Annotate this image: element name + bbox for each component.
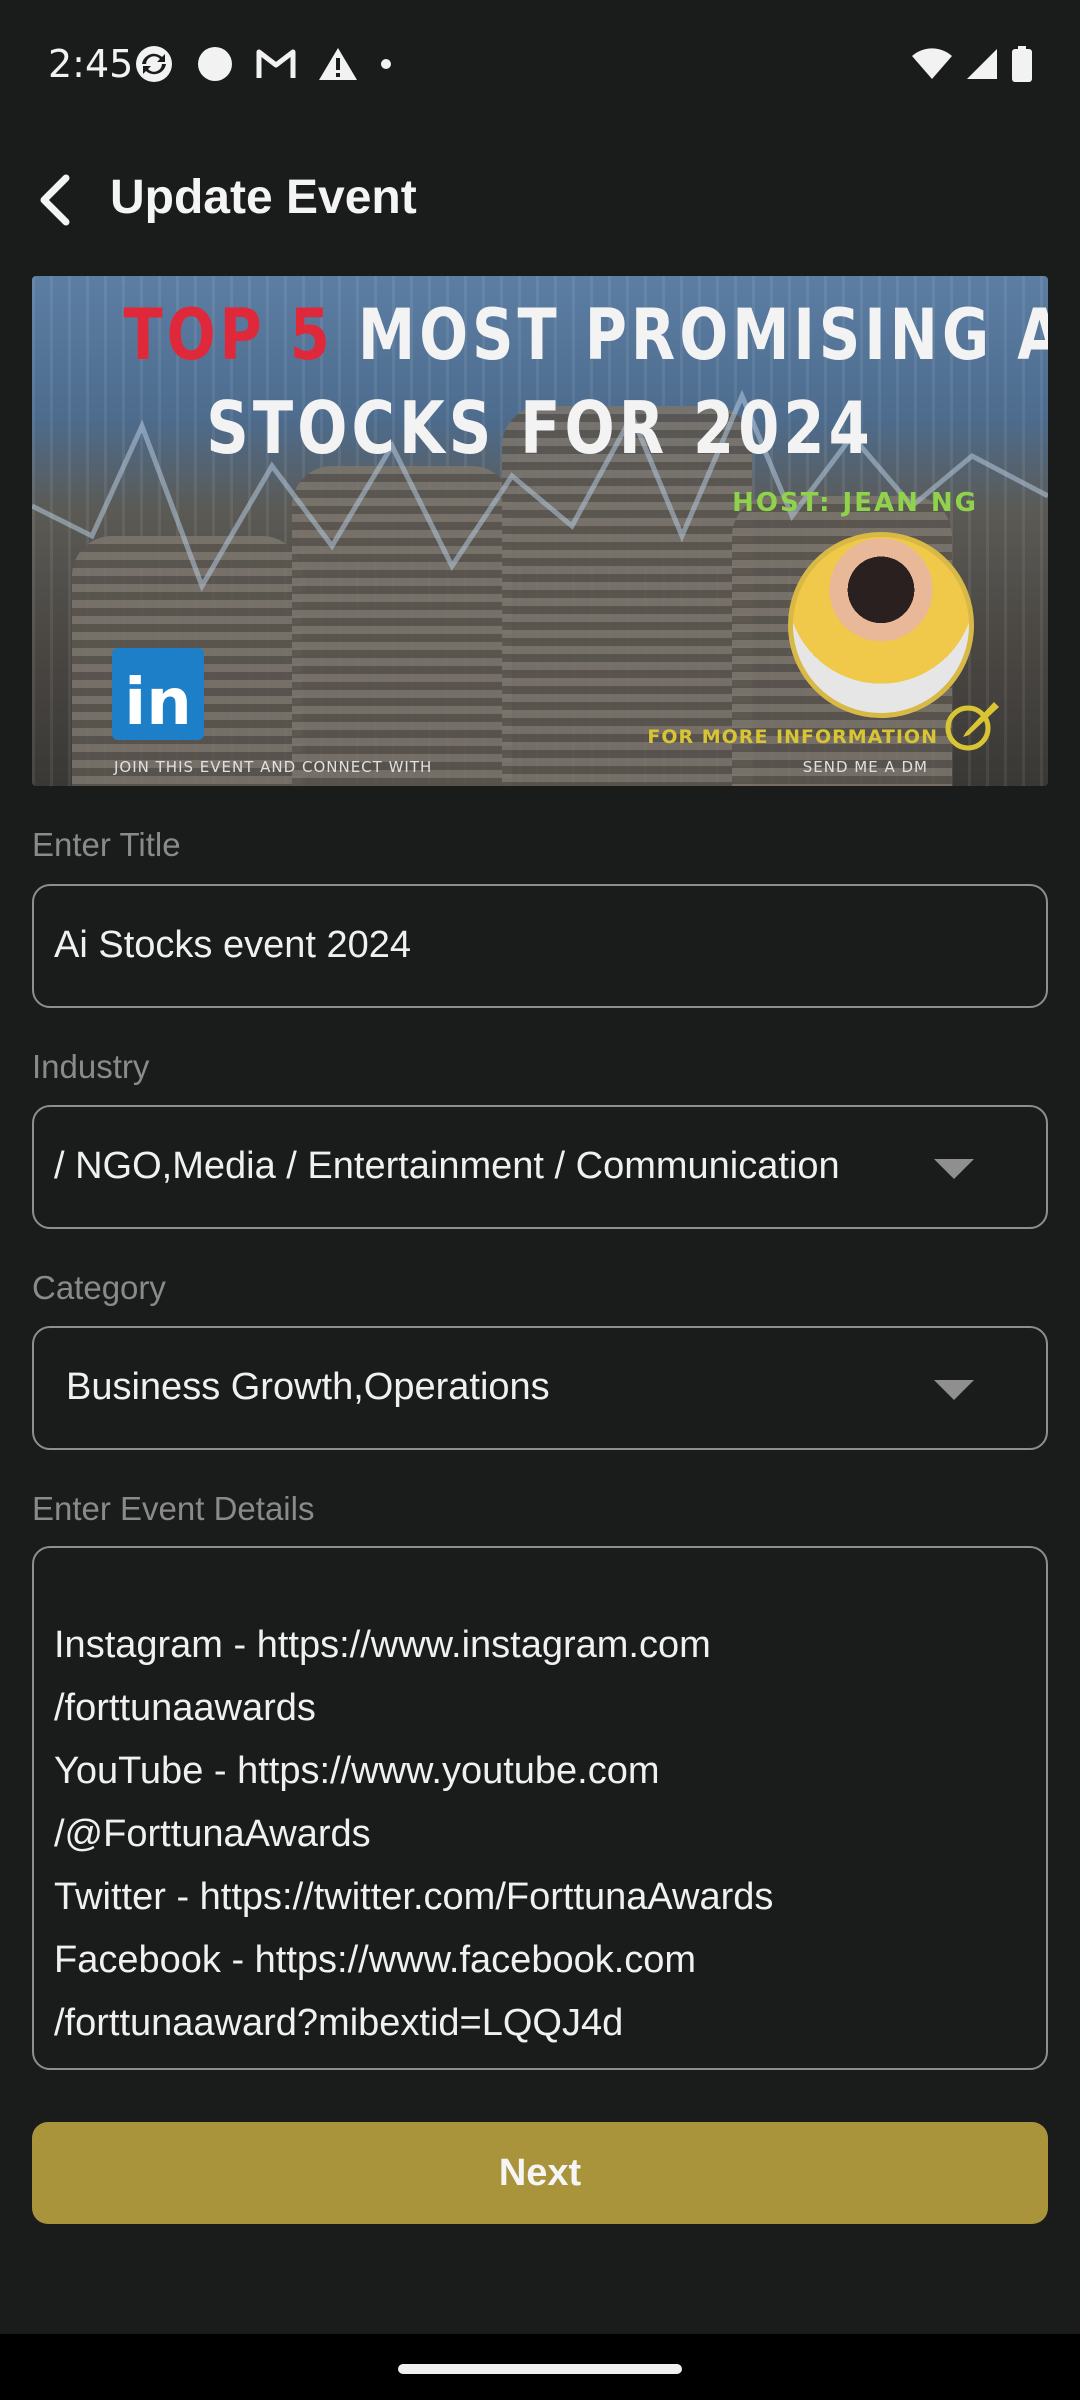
page-title: Update Event	[110, 171, 417, 224]
warning-icon	[319, 48, 357, 80]
banner-host: HOST: JEAN NG	[732, 488, 978, 518]
circle-icon	[198, 47, 232, 81]
title-input-value: Ai Stocks event 2024	[54, 924, 411, 966]
sync-icon	[136, 46, 172, 82]
wifi-icon	[912, 48, 952, 79]
industry-dropdown[interactable]: / NGO,Media / Entertainment / Communicat…	[32, 1105, 1048, 1229]
host-photo	[788, 532, 974, 718]
app-header: Update Event	[0, 150, 1080, 250]
title-input[interactable]: Ai Stocks event 2024	[32, 884, 1048, 1008]
next-button[interactable]: Next	[32, 2122, 1048, 2224]
banner-headline-highlight: TOP 5	[123, 294, 334, 376]
banner-headline-rest: MOST PROMISING AI	[357, 294, 1048, 376]
banner-join-text: JOIN THIS EVENT AND CONNECT WITH	[114, 758, 433, 776]
chevron-left-icon	[40, 174, 70, 226]
dot-icon	[381, 59, 391, 69]
back-button[interactable]	[20, 164, 92, 236]
banner-send-dm: SEND ME A DM	[802, 758, 928, 776]
home-gesture-handle[interactable]	[398, 2364, 682, 2374]
status-bar: 2:45	[0, 0, 1080, 130]
banner-more-info: FOR MORE INFORMATION	[647, 726, 938, 748]
pencil-icon	[945, 702, 999, 751]
industry-label: Industry	[32, 1048, 150, 1085]
category-label: Category	[32, 1269, 166, 1306]
banner-headline-line2: STOCKS FOR 2024	[206, 386, 874, 470]
signal-icon	[967, 49, 997, 79]
battery-icon	[1012, 46, 1032, 82]
event-details-textarea[interactable]: Instagram - https://www.instagram.com /f…	[32, 1546, 1048, 2070]
notification-icons	[134, 44, 392, 84]
event-details-value: Instagram - https://www.instagram.com /f…	[54, 1624, 774, 2044]
industry-selected-value: / NGO,Media / Entertainment / Communicat…	[54, 1145, 840, 1187]
status-time: 2:45	[48, 42, 134, 86]
gmail-icon	[256, 49, 296, 78]
chevron-down-icon	[934, 1380, 974, 1400]
title-label: Enter Title	[32, 826, 181, 863]
details-label: Enter Event Details	[32, 1490, 315, 1527]
category-dropdown[interactable]: Business Growth,Operations	[32, 1326, 1048, 1450]
chevron-down-icon	[934, 1159, 974, 1179]
event-banner-image[interactable]: TOP 5 MOST PROMISING AI STOCKS FOR 2024 …	[32, 276, 1048, 786]
banner-headline-line1: TOP 5 MOST PROMISING AI	[123, 294, 1048, 376]
system-icons	[912, 44, 1032, 84]
category-selected-value: Business Growth,Operations	[66, 1366, 550, 1408]
linkedin-icon: in	[112, 648, 204, 740]
